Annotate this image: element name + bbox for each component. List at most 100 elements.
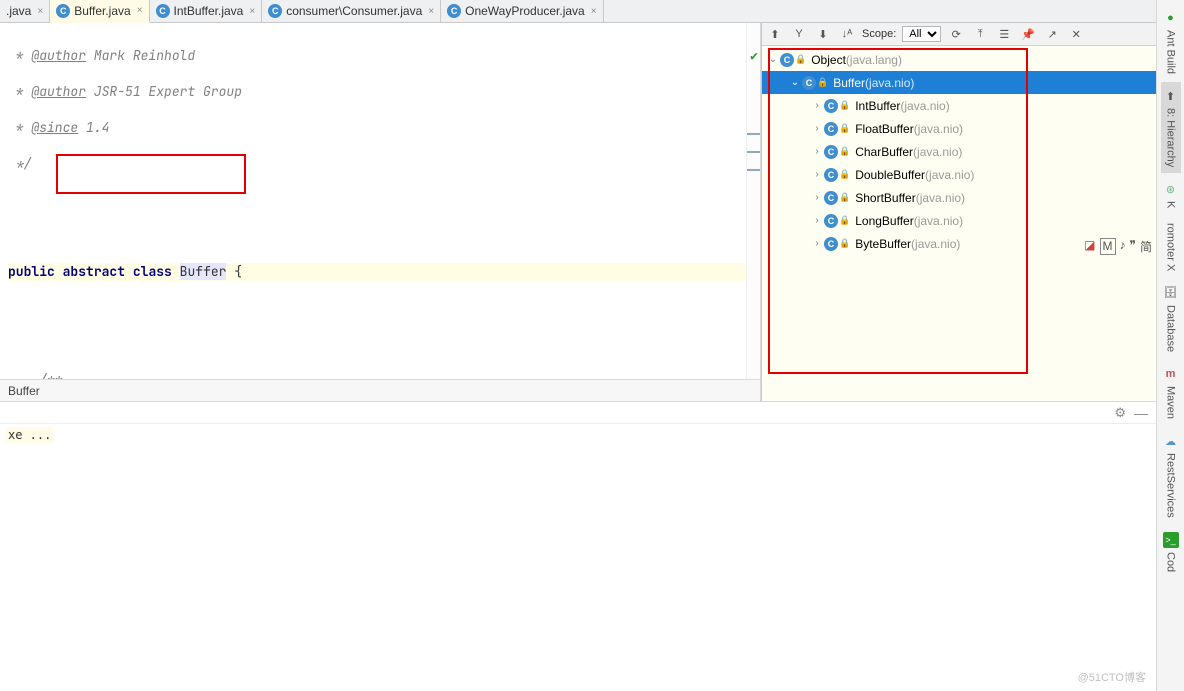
hierarchy-icon: ⬆ (1163, 88, 1179, 104)
rest-icon: ☁ (1163, 433, 1179, 449)
expander-icon[interactable]: › (810, 192, 824, 203)
hierarchy-toolbar: ⬆ Y ⬇ ↓ᴬ Scope: All ⟳ ⤒ ☰ 📌 ↗ ✕ (762, 23, 1156, 46)
class-icon: 🔒 (780, 53, 806, 67)
class-icon: 🔒 (824, 214, 850, 228)
class-icon: 🔒 (824, 122, 850, 136)
terminal-icon: >_ (1163, 532, 1179, 548)
external-icon[interactable]: ↗ (1043, 25, 1061, 43)
expander-icon[interactable]: › (810, 169, 824, 180)
sidebar-item-promoter[interactable]: romoter X (1163, 217, 1179, 277)
refresh-icon[interactable]: ⟳ (947, 25, 965, 43)
class-hierarchy-icon[interactable]: ⬆ (766, 25, 784, 43)
code-editor[interactable]: * @author Mark Reinhold * @author JSR-51… (0, 23, 760, 379)
breadcrumb[interactable]: Buffer (0, 379, 760, 401)
sidebar-item-rest[interactable]: ☁ RestServices (1161, 427, 1181, 524)
class-icon (56, 4, 70, 18)
expander-icon[interactable]: ⌄ (766, 54, 780, 65)
package-label: (java.nio) (913, 145, 962, 159)
tree-row[interactable]: ›🔒LongBuffer (java.nio) (762, 209, 1156, 232)
ant-icon: ● (1163, 10, 1179, 26)
tree-row[interactable]: ›🔒IntBuffer (java.nio) (762, 94, 1156, 117)
expander-icon[interactable]: › (810, 123, 824, 134)
tab-consumer[interactable]: consumer\Consumer.java × (262, 0, 441, 22)
sidebar-item-ant[interactable]: ● Ant Build (1161, 4, 1181, 80)
class-icon (268, 4, 282, 18)
close-icon[interactable]: × (249, 6, 255, 17)
class-name: Object (811, 53, 846, 67)
class-name: CharBuffer (855, 145, 913, 159)
class-icon (447, 4, 461, 18)
class-icon: 🔒 (802, 76, 828, 90)
tab-buffer[interactable]: Buffer.java × (50, 0, 149, 23)
class-icon (156, 4, 170, 18)
editor-gutter[interactable] (746, 23, 760, 379)
expander-icon[interactable]: › (810, 100, 824, 111)
close-icon[interactable]: × (591, 6, 597, 17)
class-icon: 🔒 (824, 168, 850, 182)
hide-icon[interactable]: ✕ (1067, 25, 1085, 43)
close-icon[interactable]: × (37, 6, 43, 17)
class-icon: 🔒 (824, 145, 850, 159)
package-label: (java.nio) (865, 76, 914, 90)
sidebar-item-cod[interactable]: >_ Cod (1161, 526, 1181, 578)
tree-row[interactable]: ›🔒 DoubleBuffer (java.nio) (762, 163, 1156, 186)
flag-icon[interactable]: ◪ (1084, 238, 1095, 255)
close-icon[interactable]: × (428, 6, 434, 17)
sidebar-item-maven[interactable]: m Maven (1161, 360, 1181, 425)
sidebar-item-hierarchy[interactable]: ⬆ 8: Hierarchy (1161, 82, 1181, 173)
sort-icon[interactable]: ↓ᴬ (838, 25, 856, 43)
class-name: ByteBuffer (855, 237, 911, 251)
tree-row[interactable]: ›🔒 FloatBuffer (java.nio) (762, 117, 1156, 140)
class-name: DoubleBuffer (855, 168, 925, 182)
tree-row[interactable]: ›🔒 CharBuffer (java.nio) (762, 140, 1156, 163)
editor-pane: * @author Mark Reinhold * @author JSR-51… (0, 23, 761, 401)
bottom-panel: ⚙ — xe ... (0, 401, 1156, 691)
class-icon: 🔒 (824, 191, 850, 205)
hierarchy-tree[interactable]: ⌄🔒Object (java.lang)⌄🔒Buffer (java.nio)›… (762, 46, 1156, 401)
subtypes-icon[interactable]: ⬇ (814, 25, 832, 43)
package-label: (java.nio) (925, 168, 974, 182)
sidebar-item-k[interactable]: ⊛ K (1161, 175, 1181, 214)
quote-icon[interactable]: ❞ (1130, 238, 1136, 255)
tab-java-partial[interactable]: .java × (0, 0, 50, 22)
gear-icon[interactable]: ⚙ (1114, 405, 1126, 421)
tree-row[interactable]: ›🔒ShortBuffer (java.nio) (762, 186, 1156, 209)
autoscroll-icon[interactable]: ⤒ (971, 25, 989, 43)
expand-all-icon[interactable]: ☰ (995, 25, 1013, 43)
expander-icon[interactable]: › (810, 146, 824, 157)
maven-icon: m (1163, 366, 1179, 382)
expander-icon[interactable]: ⌄ (788, 77, 802, 88)
class-name: Buffer (833, 76, 865, 90)
expander-icon[interactable]: › (810, 215, 824, 226)
m-icon[interactable]: M (1100, 238, 1116, 255)
class-icon: 🔒 (824, 237, 850, 251)
class-name: FloatBuffer (855, 122, 913, 136)
expander-icon[interactable]: › (810, 238, 824, 249)
music-icon[interactable]: ♪ (1120, 238, 1126, 255)
class-name: LongBuffer (855, 214, 914, 228)
package-label: (java.nio) (916, 191, 965, 205)
scope-label: Scope: (862, 28, 896, 40)
hierarchy-panel: ⬆ Y ⬇ ↓ᴬ Scope: All ⟳ ⤒ ☰ 📌 ↗ ✕ ⌄🔒Object… (761, 23, 1156, 401)
package-label: (java.nio) (914, 122, 963, 136)
right-toolbar: ● Ant Build ⬆ 8: Hierarchy ⊛ K romoter X… (1156, 0, 1184, 691)
tree-row[interactable]: ⌄🔒Object (java.lang) (762, 48, 1156, 71)
k-icon: ⊛ (1163, 181, 1179, 197)
tree-row[interactable]: ⌄🔒 Buffer (java.nio) (762, 71, 1156, 94)
bottom-content[interactable]: xe ... (0, 424, 1156, 691)
sidebar-item-database[interactable]: 🗄 Database (1161, 279, 1181, 358)
package-label: (java.nio) (900, 99, 949, 113)
tab-intbuffer[interactable]: IntBuffer.java × (150, 0, 263, 22)
pin-icon[interactable]: 📌 (1019, 25, 1037, 43)
database-icon: 🗄 (1163, 285, 1179, 301)
inspection-ok-icon[interactable]: ✔ (750, 47, 758, 65)
class-icon: 🔒 (824, 99, 850, 113)
supertypes-icon[interactable]: Y (790, 25, 808, 43)
scope-select[interactable]: All (902, 26, 941, 42)
editor-tabs: .java × Buffer.java × IntBuffer.java × c… (0, 0, 1156, 23)
minimize-icon[interactable]: — (1134, 405, 1148, 421)
cn-icon[interactable]: 简 (1140, 238, 1152, 255)
close-icon[interactable]: × (137, 5, 143, 16)
tab-onewayproducer[interactable]: OneWayProducer.java × (441, 0, 603, 22)
package-label: (java.nio) (911, 237, 960, 251)
